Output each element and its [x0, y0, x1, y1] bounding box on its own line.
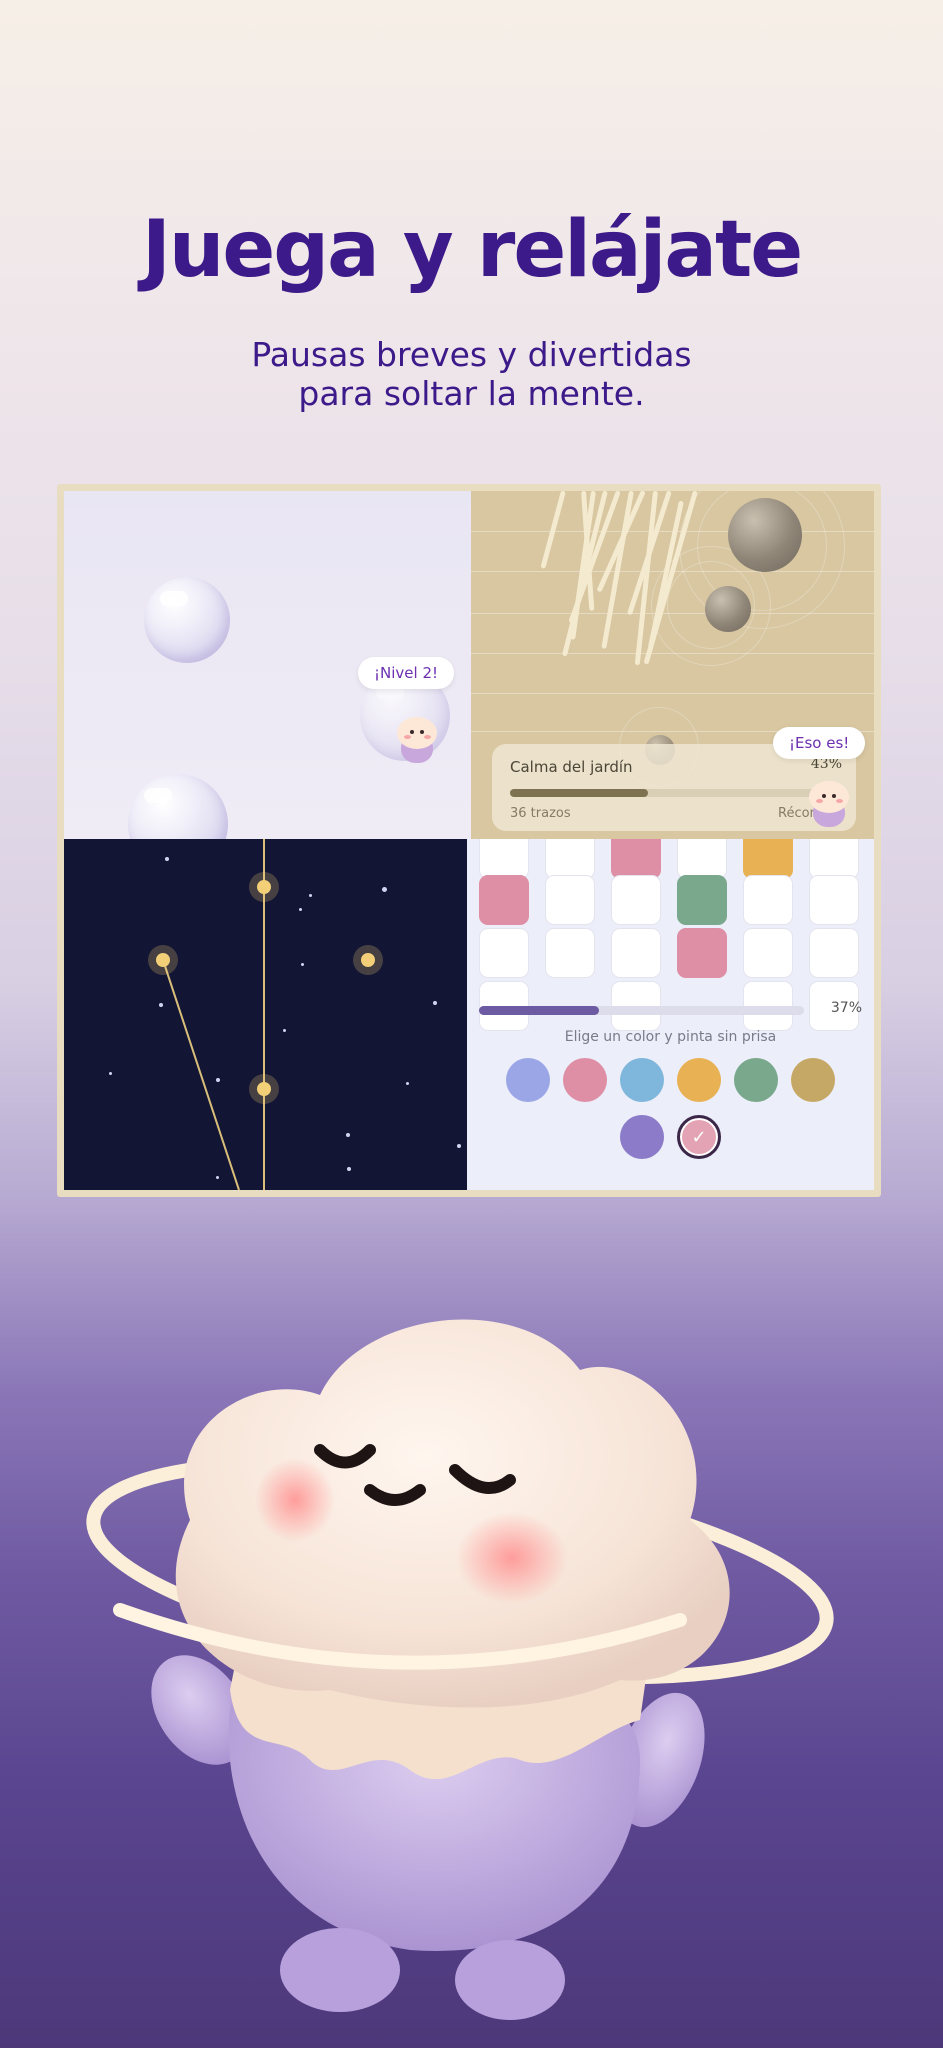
color-swatch[interactable]	[506, 1058, 550, 1102]
star-node[interactable]	[353, 945, 383, 975]
color-swatch[interactable]	[563, 1058, 607, 1102]
zen-stone[interactable]	[705, 586, 751, 632]
mascot-illustration	[86, 1319, 834, 2020]
mascot-avatar	[395, 717, 439, 765]
coloring-cell[interactable]	[677, 875, 727, 925]
coloring-cell[interactable]	[545, 839, 595, 879]
coloring-cell[interactable]	[545, 928, 595, 978]
coloring-game-preview[interactable]: 37% Elige un color y pinta sin prisa ✓	[467, 839, 874, 1190]
coloring-cell[interactable]	[677, 928, 727, 978]
coloring-cell[interactable]	[479, 928, 529, 978]
bubble[interactable]	[144, 577, 230, 663]
subtitle-line-2: para soltar la mente.	[298, 374, 645, 413]
garden-progress-bar	[510, 789, 830, 797]
bubbles-game-preview[interactable]: ¡Nivel 2!	[64, 491, 471, 839]
color-swatch[interactable]	[620, 1058, 664, 1102]
color-swatch[interactable]	[791, 1058, 835, 1102]
subtitle-line-1: Pausas breves y divertidas	[251, 335, 692, 374]
color-swatch[interactable]: ✓	[677, 1115, 721, 1159]
strokes-count: 36 trazos	[510, 806, 571, 821]
coloring-cell[interactable]	[809, 928, 859, 978]
coloring-cell[interactable]	[611, 928, 661, 978]
coloring-cell[interactable]	[611, 839, 661, 879]
star-node[interactable]	[249, 1074, 279, 1104]
coloring-cell[interactable]	[677, 839, 727, 879]
coloring-cell[interactable]	[809, 839, 859, 879]
constellation-game-preview[interactable]	[64, 839, 467, 1190]
star-node[interactable]	[148, 945, 178, 975]
coloring-cell[interactable]	[479, 875, 529, 925]
coloring-hint: Elige un color y pinta sin prisa	[564, 1029, 777, 1045]
coloring-cell[interactable]	[743, 875, 793, 925]
coloring-cell[interactable]	[479, 839, 529, 879]
star-node[interactable]	[249, 872, 279, 902]
color-swatch[interactable]	[677, 1058, 721, 1102]
mascot-avatar	[807, 781, 851, 829]
coloring-progress-bar	[479, 1006, 804, 1015]
color-swatch[interactable]	[734, 1058, 778, 1102]
coloring-cell[interactable]	[545, 875, 595, 925]
coloring-cell[interactable]	[611, 875, 661, 925]
bubble[interactable]	[128, 774, 228, 839]
garden-progress-label: Calma del jardín	[510, 758, 633, 776]
coloring-progress-percent: 37%	[830, 1000, 862, 1016]
zen-stone[interactable]	[728, 498, 802, 572]
coloring-cell[interactable]	[743, 928, 793, 978]
level-speech-bubble: ¡Nivel 2!	[358, 657, 454, 689]
hero: Juega y relájate Pausas breves y diverti…	[0, 205, 943, 413]
page-title: Juega y relájate	[141, 205, 803, 295]
coloring-cell[interactable]	[809, 875, 859, 925]
check-icon: ✓	[691, 1126, 707, 1148]
color-swatch[interactable]	[620, 1115, 664, 1159]
praise-speech-bubble: ¡Eso es!	[773, 727, 866, 759]
page-subtitle: Pausas breves y divertidas para soltar l…	[0, 335, 943, 413]
games-collage: ¡Nivel 2! Calma del jardín 43% 36 trazos…	[57, 484, 881, 1197]
zen-garden-game-preview[interactable]: Calma del jardín 43% 36 trazos Récor ¡Es…	[471, 491, 874, 839]
coloring-cell[interactable]	[743, 839, 793, 879]
